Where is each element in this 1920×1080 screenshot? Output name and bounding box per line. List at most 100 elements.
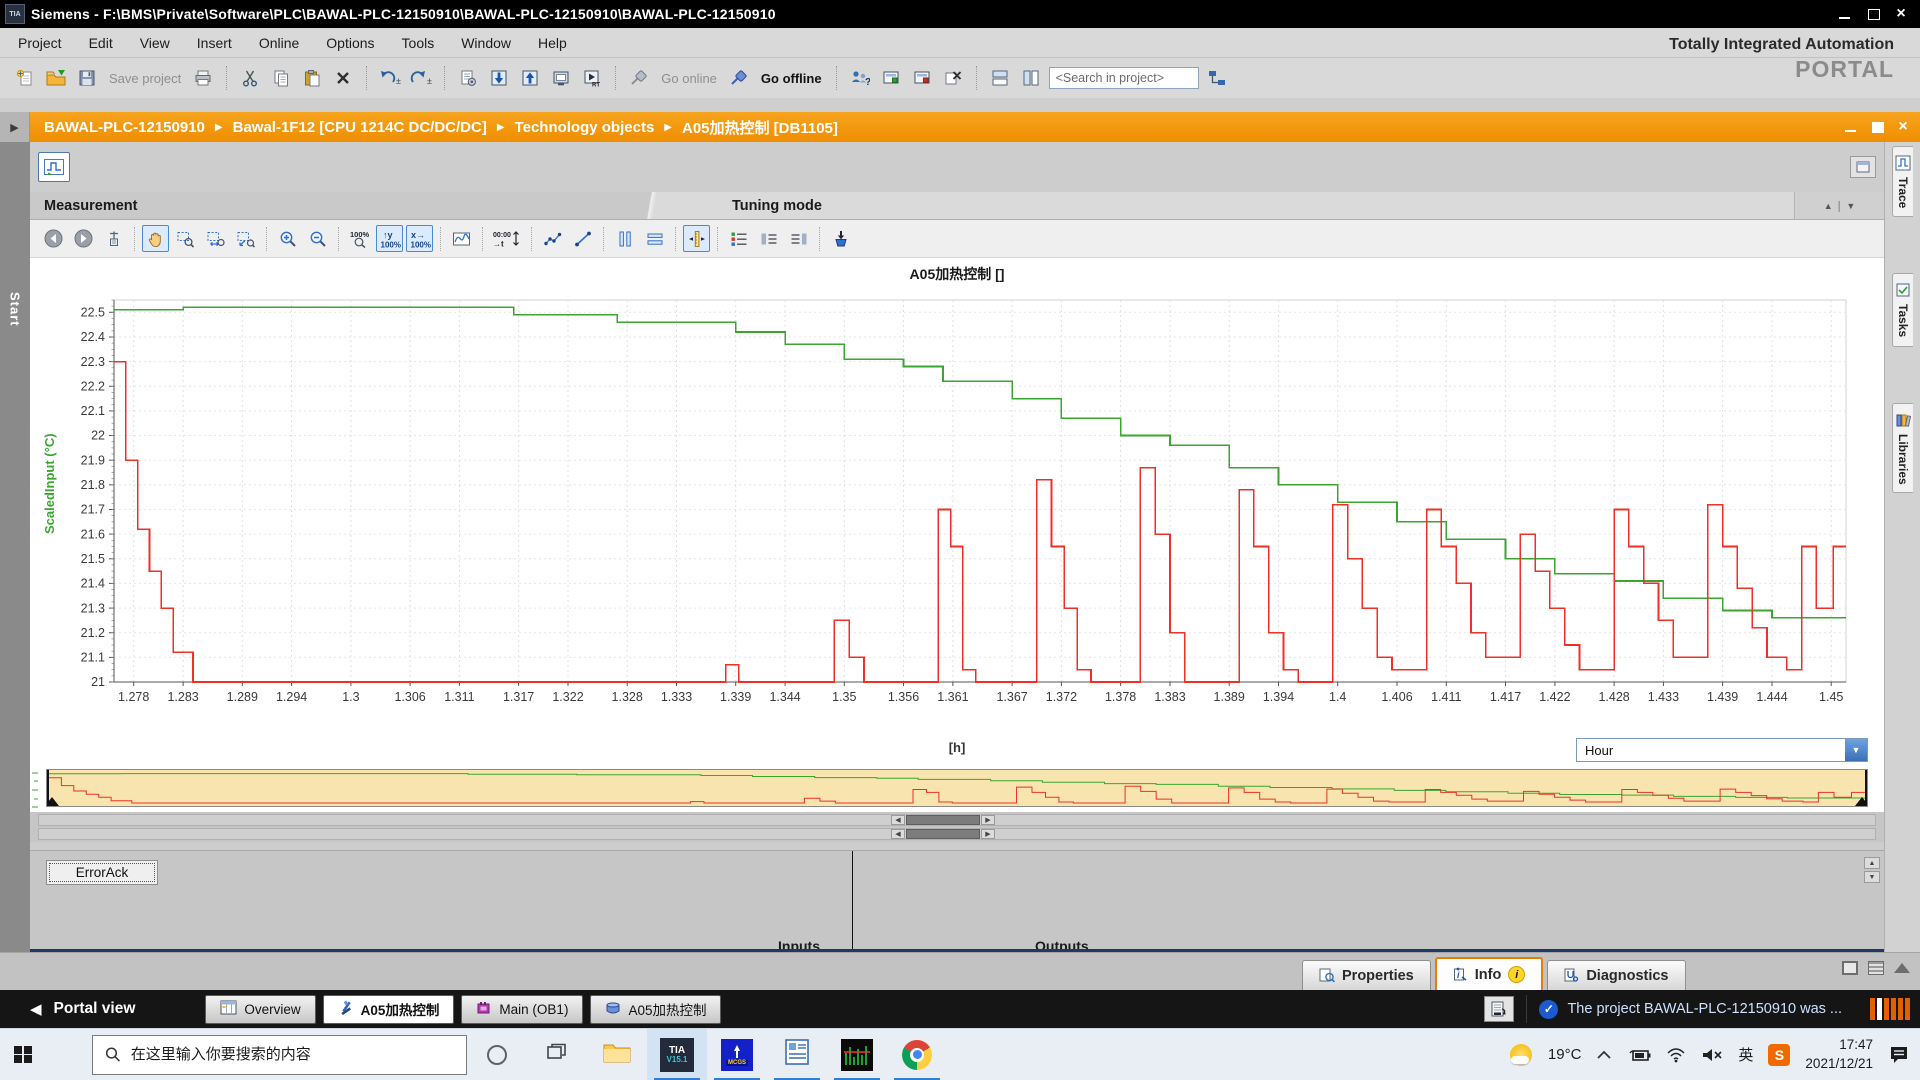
scrollbar-thumb[interactable] xyxy=(906,829,980,839)
start-button[interactable] xyxy=(0,1029,46,1080)
tia-portal-button[interactable]: TIAV15.1 xyxy=(647,1029,707,1080)
scale-y-100-icon[interactable]: ↑y100% xyxy=(376,225,403,252)
tab-info[interactable]: i Info i xyxy=(1435,957,1544,990)
save-project-label[interactable]: Save project xyxy=(109,71,181,86)
chrome-button[interactable] xyxy=(887,1029,947,1080)
upload-from-device-icon[interactable] xyxy=(517,65,543,91)
scroll-up-icon[interactable]: ▲ xyxy=(1864,857,1880,869)
export-measurement-icon[interactable] xyxy=(827,225,854,252)
horizontal-scrollbar-2[interactable]: ◀ ▶ xyxy=(38,828,1876,840)
trace-overview-strip[interactable] xyxy=(46,769,1868,807)
scrollbar-thumb[interactable] xyxy=(906,815,980,825)
menu-online[interactable]: Online xyxy=(259,35,299,51)
delete-icon[interactable] xyxy=(330,65,356,91)
close-button[interactable]: × xyxy=(1894,8,1908,20)
nav-collapse-button[interactable]: ▶ xyxy=(0,112,30,142)
time-unit-dropdown[interactable]: Hour ▼ xyxy=(1576,738,1868,762)
copy-icon[interactable] xyxy=(268,65,294,91)
menu-project[interactable]: Project xyxy=(18,35,62,51)
clock[interactable]: 17:47 2021/12/21 xyxy=(1805,1036,1873,1072)
cut-icon[interactable] xyxy=(237,65,263,91)
legend-icon[interactable] xyxy=(725,225,752,252)
go-offline-label[interactable]: Go offline xyxy=(761,71,822,86)
tab-tuning-mode[interactable]: Tuning mode xyxy=(674,192,1794,219)
zoom-100-icon[interactable]: 100% xyxy=(346,225,373,252)
trace-viewer-button[interactable] xyxy=(827,1029,887,1080)
accessible-devices-icon[interactable]: ? xyxy=(847,65,873,91)
tab-diagnostics[interactable]: Diagnostics xyxy=(1547,960,1685,990)
portal-view-button[interactable]: ◀ Portal view xyxy=(30,1000,135,1018)
pane-maximize-button[interactable] xyxy=(1870,121,1884,133)
split-editor-vertical-icon[interactable] xyxy=(1018,65,1044,91)
scroll-right-icon[interactable]: ▶ xyxy=(981,829,995,839)
scroll-left-icon[interactable]: ◀ xyxy=(891,829,905,839)
memory-card-icon[interactable] xyxy=(1484,996,1514,1022)
split-editor-horizontal-icon[interactable] xyxy=(987,65,1013,91)
measure-cursor-icon[interactable] xyxy=(100,225,127,252)
time-offset-icon[interactable]: 00:00→t xyxy=(490,225,524,252)
minimize-button[interactable] xyxy=(1838,8,1852,20)
download-to-device-icon[interactable] xyxy=(486,65,512,91)
pane-minimize-button[interactable] xyxy=(1844,121,1858,133)
collapse-inspector-icon[interactable] xyxy=(1894,963,1910,973)
breadcrumb-item[interactable]: BAWAL-PLC-12150910 xyxy=(44,119,205,136)
float-inspector-icon[interactable] xyxy=(1842,961,1858,975)
breadcrumb-item[interactable]: Technology objects xyxy=(515,119,655,136)
redo-icon[interactable]: ± xyxy=(408,65,434,91)
editor-button-overview[interactable]: Overview xyxy=(205,995,315,1024)
horizontal-scrollbar[interactable]: ◀ ▶ xyxy=(38,814,1876,826)
scroll-left-icon[interactable]: ◀ xyxy=(891,815,905,825)
save-project-icon[interactable] xyxy=(74,65,100,91)
wifi-icon[interactable] xyxy=(1666,1047,1686,1063)
nav-back-icon[interactable] xyxy=(40,225,67,252)
nav-forward-icon[interactable] xyxy=(70,225,97,252)
inspector-layout-icon[interactable] xyxy=(1868,961,1884,975)
start-sidebar[interactable]: Start xyxy=(0,142,30,952)
cross-references-icon[interactable] xyxy=(940,65,966,91)
zoom-in-icon[interactable] xyxy=(274,225,301,252)
ime-indicator[interactable]: 英 xyxy=(1738,1044,1753,1065)
sidebar-tab-libraries[interactable]: Libraries xyxy=(1892,403,1913,494)
scroll-down-icon[interactable]: ▼ xyxy=(1864,871,1880,883)
taskbar-search[interactable] xyxy=(92,1035,467,1075)
start-cpu-icon[interactable] xyxy=(878,65,904,91)
go-online-label[interactable]: Go online xyxy=(661,71,717,86)
legend-right-icon[interactable] xyxy=(785,225,812,252)
overview-range-handle-right[interactable] xyxy=(1855,797,1868,806)
sidebar-tab-trace[interactable]: Trace xyxy=(1892,146,1913,217)
zoom-out-icon[interactable] xyxy=(304,225,331,252)
menu-tools[interactable]: Tools xyxy=(402,35,435,51)
editor-button-a05-[interactable]: A05加热控制 xyxy=(590,995,721,1024)
legend-left-icon[interactable] xyxy=(755,225,782,252)
pane-close-button[interactable]: × xyxy=(1896,121,1910,133)
sidebar-tab-tasks[interactable]: Tasks xyxy=(1892,273,1913,346)
scroll-right-icon[interactable]: ▶ xyxy=(981,815,995,825)
erroack-tab[interactable]: ErrorAck xyxy=(46,860,158,885)
samples-icon[interactable] xyxy=(539,225,566,252)
pan-hand-icon[interactable] xyxy=(142,225,169,252)
cortana-button[interactable] xyxy=(467,1029,527,1080)
snapshot-icon[interactable] xyxy=(548,65,574,91)
new-project-icon[interactable] xyxy=(12,65,38,91)
notifications-icon[interactable] xyxy=(1888,1045,1910,1065)
tray-expand-icon[interactable] xyxy=(1596,1050,1612,1060)
menu-help[interactable]: Help xyxy=(538,35,567,51)
menu-edit[interactable]: Edit xyxy=(89,35,113,51)
pane-splitter-handle[interactable]: ▲│▼ xyxy=(1794,192,1884,219)
zoom-select-icon[interactable] xyxy=(172,225,199,252)
taskbar-search-input[interactable] xyxy=(131,1046,454,1063)
task-view-button[interactable] xyxy=(527,1029,587,1080)
interpolation-icon[interactable] xyxy=(569,225,596,252)
start-runtime-icon[interactable]: RT xyxy=(579,65,605,91)
breadcrumb-item[interactable]: Bawal-1F12 [CPU 1214C DC/DC/DC] xyxy=(233,119,487,136)
open-project-icon[interactable] xyxy=(43,65,69,91)
file-explorer-button[interactable] xyxy=(587,1029,647,1080)
show-connections-icon[interactable] xyxy=(1204,65,1230,91)
zoom-drag-icon[interactable] xyxy=(202,225,229,252)
sogou-icon[interactable]: S xyxy=(1768,1044,1790,1066)
compile-icon[interactable] xyxy=(455,65,481,91)
temperature-label[interactable]: 19°C xyxy=(1548,1046,1582,1063)
tab-properties[interactable]: Properties xyxy=(1302,960,1431,990)
volume-muted-icon[interactable] xyxy=(1701,1047,1723,1063)
trace-configuration-icon[interactable] xyxy=(38,152,70,182)
